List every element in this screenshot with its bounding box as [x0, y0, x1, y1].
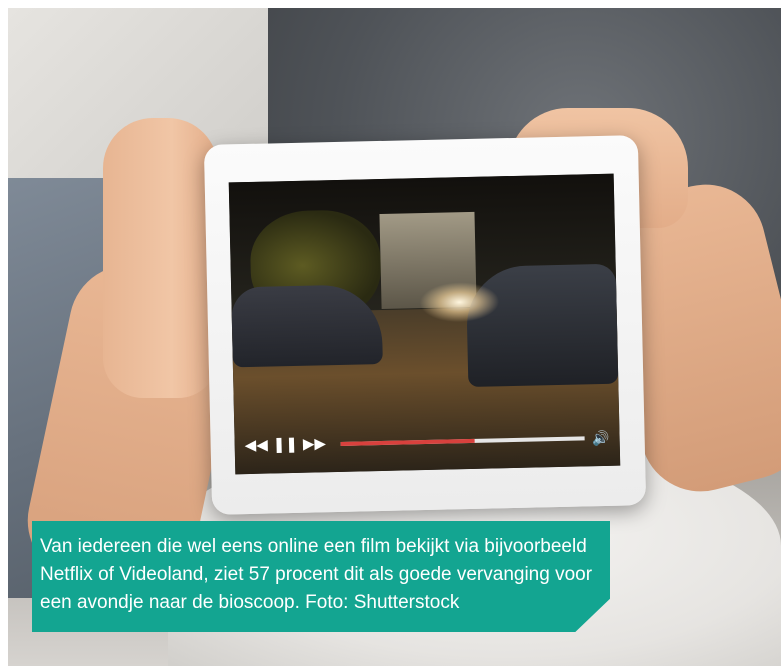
rewind-icon[interactable]: ◀◀ [244, 437, 267, 456]
video-screen: ◀◀ ❚❚ ▶▶ 🔊 [228, 173, 621, 475]
tablet: ◀◀ ❚❚ ▶▶ 🔊 [203, 135, 647, 515]
caption-line-1: Van iedereen die wel eens online een fil… [40, 536, 587, 557]
progress-bar[interactable] [340, 436, 585, 446]
caption-line-2: Netflix of Videoland, ziet 57 procent di… [40, 564, 593, 585]
left-hand [103, 118, 218, 398]
volume-icon[interactable]: 🔊 [592, 429, 610, 446]
photo-caption: Van iedereen die wel eens online een fil… [32, 521, 610, 632]
caption-text: Van iedereen die wel eens online een fil… [40, 533, 600, 617]
fast-forward-icon[interactable]: ▶▶ [303, 435, 326, 454]
progress-fill [340, 438, 475, 446]
pause-icon[interactable]: ❚❚ [273, 436, 299, 455]
caption-line-3: een avondje naar de bioscoop. Foto: Shut… [40, 592, 460, 613]
car-headlights [419, 281, 500, 324]
